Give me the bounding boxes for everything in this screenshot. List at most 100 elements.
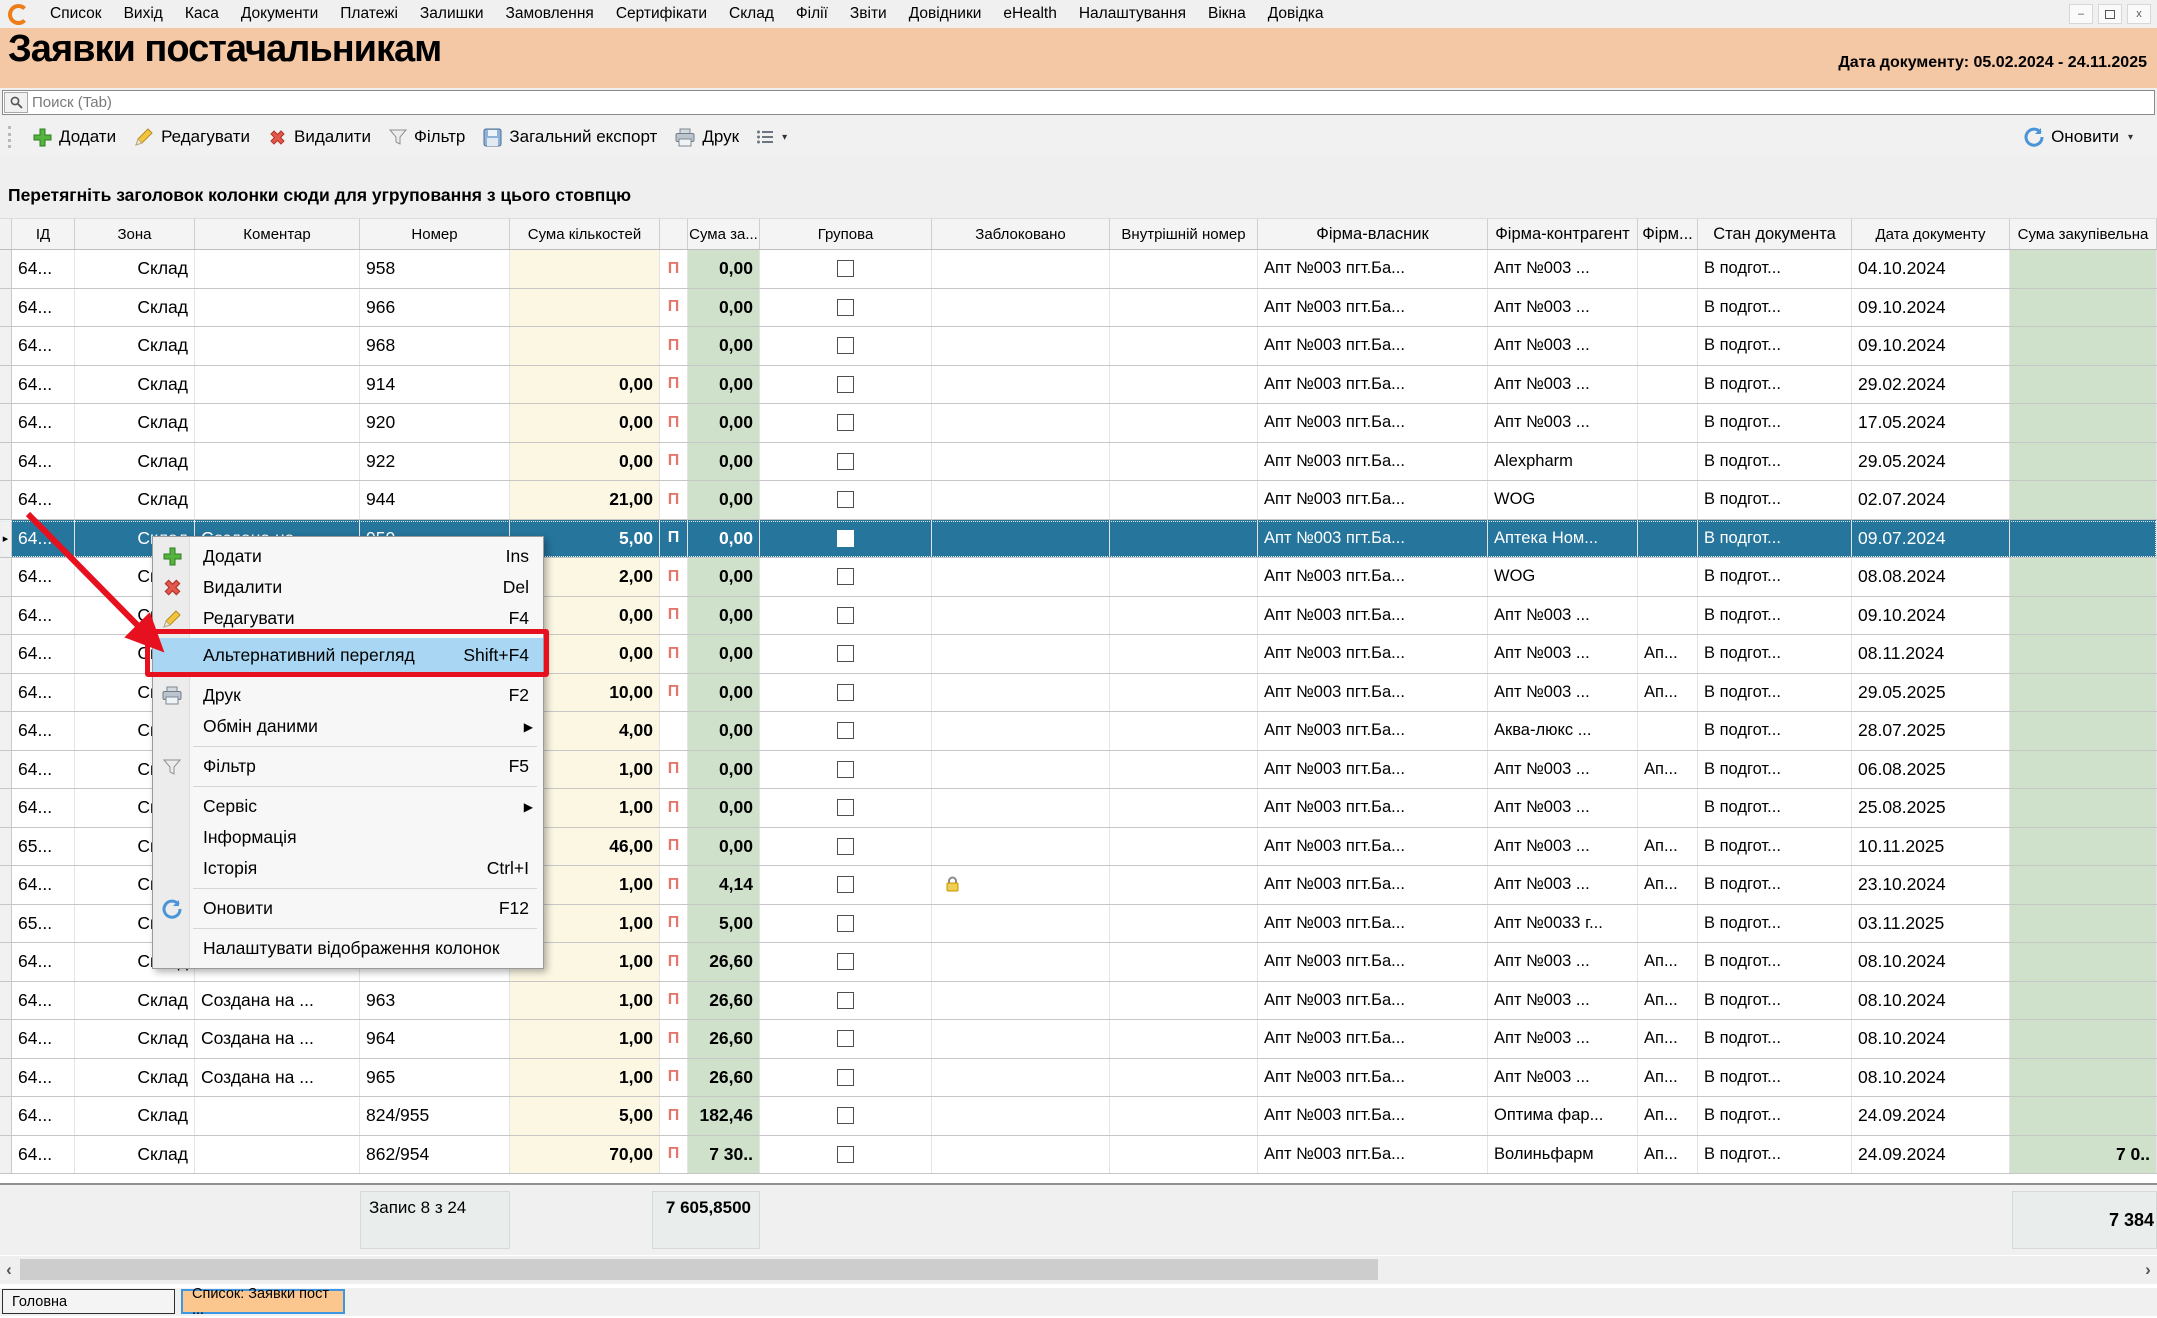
group-checkbox[interactable]	[837, 838, 854, 855]
group-checkbox[interactable]	[837, 568, 854, 585]
scrollbar-thumb[interactable]	[20, 1259, 1378, 1280]
table-row[interactable]: 64...Склад862/95470,00П7 30..Апт №003 пг…	[0, 1136, 2157, 1175]
minimize-button[interactable]: –	[2069, 4, 2093, 24]
context-menu-item-alt-view[interactable]: Альтернативний перегляд Shift+F4	[153, 638, 543, 673]
group-checkbox[interactable]	[837, 607, 854, 624]
table-row[interactable]: 64...Склад9140,00П0,00Апт №003 пгт.Ба...…	[0, 366, 2157, 405]
column-header-6[interactable]	[660, 219, 688, 249]
table-row[interactable]: 64...Склад9200,00П0,00Апт №003 пгт.Ба...…	[0, 404, 2157, 443]
group-checkbox[interactable]	[837, 530, 854, 547]
group-checkbox[interactable]	[837, 1069, 854, 1086]
group-checkbox[interactable]	[837, 953, 854, 970]
group-checkbox[interactable]	[837, 260, 854, 277]
context-menu-item-delete[interactable]: Видалити Del	[153, 572, 543, 603]
column-header-9[interactable]: Заблоковано	[932, 219, 1110, 249]
group-by-panel[interactable]: Перетягніть заголовок колонки сюди для у…	[0, 156, 2157, 218]
menubar-item-2[interactable]: Каса	[174, 5, 230, 23]
context-menu-item-add[interactable]: Додати Ins	[153, 541, 543, 572]
table-row[interactable]: 64...Склад824/9555,00П182,46Апт №003 пгт…	[0, 1097, 2157, 1136]
column-header-16[interactable]: Сума закупівельна	[2010, 219, 2157, 249]
group-checkbox[interactable]	[837, 376, 854, 393]
column-header-8[interactable]: Групова	[760, 219, 932, 249]
toolbar-grip[interactable]	[8, 126, 14, 148]
group-checkbox[interactable]	[837, 876, 854, 893]
menubar-item-12[interactable]: eHealth	[992, 5, 1067, 23]
table-row[interactable]: 64...СкладСоздана на ...9651,00П26,60Апт…	[0, 1059, 2157, 1098]
group-checkbox[interactable]	[837, 1030, 854, 1047]
group-checkbox[interactable]	[837, 645, 854, 662]
group-checkbox[interactable]	[837, 915, 854, 932]
table-row[interactable]: 64...СкладСоздана на ...9631,00П26,60Апт…	[0, 982, 2157, 1021]
table-row[interactable]: 64...СкладСоздана на ...9641,00П26,60Апт…	[0, 1020, 2157, 1059]
column-header-15[interactable]: Дата документу	[1852, 219, 2010, 249]
menubar-item-11[interactable]: Довідники	[898, 5, 993, 23]
context-menu-item-exchange[interactable]: Обмін даними ▶	[153, 711, 543, 742]
menubar-item-10[interactable]: Звіти	[839, 5, 898, 23]
context-menu-item-edit[interactable]: Редагувати F4	[153, 603, 543, 634]
column-header-10[interactable]: Внутрішній номер	[1110, 219, 1258, 249]
group-checkbox[interactable]	[837, 684, 854, 701]
menubar-item-6[interactable]: Замовлення	[494, 5, 604, 23]
context-menu-item-print[interactable]: Друк F2	[153, 680, 543, 711]
tab-home[interactable]: Головна	[2, 1289, 175, 1314]
group-checkbox[interactable]	[837, 491, 854, 508]
table-row[interactable]: 64...Склад958П0,00Апт №003 пгт.Ба...Апт …	[0, 250, 2157, 289]
delete-button[interactable]: Видалити	[259, 123, 380, 151]
menubar-item-0[interactable]: Список	[39, 5, 113, 23]
column-header-2[interactable]: Зона	[75, 219, 195, 249]
group-checkbox[interactable]	[837, 337, 854, 354]
menubar-item-8[interactable]: Склад	[718, 5, 785, 23]
search-box[interactable]	[2, 90, 2155, 115]
table-row[interactable]: 64...Склад94421,00П0,00Апт №003 пгт.Ба..…	[0, 481, 2157, 520]
menubar-item-4[interactable]: Платежі	[329, 5, 409, 23]
table-row[interactable]: 64...Склад966П0,00Апт №003 пгт.Ба...Апт …	[0, 289, 2157, 328]
add-button[interactable]: Додати	[24, 123, 125, 151]
view-options-button[interactable]: ▾	[748, 126, 796, 148]
print-button[interactable]: Друк	[666, 123, 748, 151]
close-button[interactable]: x	[2127, 4, 2151, 24]
menubar-item-13[interactable]: Налаштування	[1068, 5, 1197, 23]
column-header-5[interactable]: Сума кількостей	[510, 219, 660, 249]
column-header-11[interactable]: Фірма-власник	[1258, 219, 1488, 249]
group-checkbox[interactable]	[837, 414, 854, 431]
group-checkbox[interactable]	[837, 992, 854, 1009]
group-checkbox[interactable]	[837, 453, 854, 470]
menubar-item-5[interactable]: Залишки	[409, 5, 495, 23]
filter-button[interactable]: Фільтр	[380, 123, 474, 151]
group-checkbox[interactable]	[837, 1107, 854, 1124]
group-checkbox[interactable]	[837, 799, 854, 816]
context-menu-item-info[interactable]: Інформація	[153, 822, 543, 853]
menubar-item-1[interactable]: Вихід	[113, 5, 174, 23]
edit-button[interactable]: Редагувати	[125, 123, 259, 151]
column-header-3[interactable]: Коментар	[195, 219, 360, 249]
menubar-item-3[interactable]: Документи	[230, 5, 329, 23]
column-header-13[interactable]: Фірм...	[1638, 219, 1698, 249]
context-menu-item-refresh[interactable]: Оновити F12	[153, 893, 543, 924]
menubar-item-9[interactable]: Філії	[785, 5, 839, 23]
group-checkbox[interactable]	[837, 722, 854, 739]
column-header-14[interactable]: Стан документа	[1698, 219, 1852, 249]
scroll-right-arrow[interactable]: ›	[2139, 1256, 2157, 1284]
menubar-item-7[interactable]: Сертифікати	[605, 5, 718, 23]
menubar-item-14[interactable]: Вікна	[1197, 5, 1257, 23]
group-checkbox[interactable]	[837, 761, 854, 778]
restore-button[interactable]	[2098, 4, 2122, 24]
context-menu-item-filter[interactable]: Фільтр F5	[153, 751, 543, 782]
refresh-button[interactable]: Оновити ▾	[2024, 127, 2133, 147]
column-header-1[interactable]: ІД	[12, 219, 75, 249]
scroll-left-arrow[interactable]: ‹	[0, 1256, 18, 1284]
column-header-7[interactable]: Сума за...	[688, 219, 760, 249]
export-button[interactable]: Загальний експорт	[474, 123, 666, 151]
context-menu-item-service[interactable]: Сервіс ▶	[153, 791, 543, 822]
group-checkbox[interactable]	[837, 299, 854, 316]
group-checkbox[interactable]	[837, 1146, 854, 1163]
context-menu-item-columns[interactable]: Налаштувати відображення колонок	[153, 933, 543, 964]
tab-list-active[interactable]: Список: Заявки пост ...	[181, 1289, 345, 1314]
table-row[interactable]: 64...Склад9220,00П0,00Апт №003 пгт.Ба...…	[0, 443, 2157, 482]
table-row[interactable]: 64...Склад968П0,00Апт №003 пгт.Ба...Апт …	[0, 327, 2157, 366]
column-header-12[interactable]: Фірма-контрагент	[1488, 219, 1638, 249]
column-header-4[interactable]: Номер	[360, 219, 510, 249]
search-input[interactable]	[30, 93, 2154, 112]
context-menu-item-history[interactable]: Історія Ctrl+I	[153, 853, 543, 884]
menubar-item-15[interactable]: Довідка	[1257, 5, 1335, 23]
